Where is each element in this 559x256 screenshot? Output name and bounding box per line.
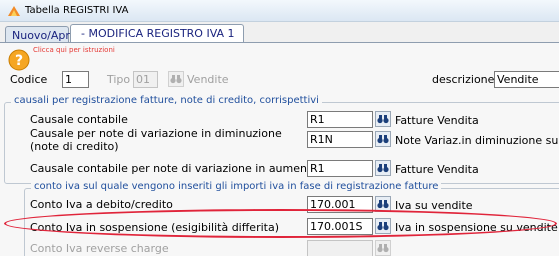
binoculars-icon (170, 75, 182, 84)
conto-iva-sospensione-desc: Iva in sospensione su vendite (395, 221, 558, 234)
descrizione-label: descrizione (432, 73, 495, 86)
binoculars-icon (377, 164, 389, 173)
binoculars-icon (377, 222, 389, 231)
causale-aumento-field[interactable]: R1 (307, 160, 373, 177)
window-title: Tabella REGISTRI IVA (25, 5, 129, 16)
conto-iva-debito-label: Conto Iva a debito/credito (30, 198, 173, 211)
conto-iva-debito-field[interactable]: 170.001 (307, 196, 373, 213)
conto-iva-reverse-lookup-button (375, 240, 391, 256)
app-icon (8, 6, 20, 16)
svg-text:?: ? (15, 53, 23, 69)
conto-iva-reverse-label: Conto Iva reverse charge (30, 242, 169, 255)
help-link[interactable]: Clicca qui per istruzioni (33, 46, 115, 54)
causale-aumento-lookup-button[interactable] (375, 160, 391, 176)
window-titlebar: Tabella REGISTRI IVA (0, 0, 559, 22)
codice-label: Codice (10, 73, 48, 86)
form-panel: ? Clicca qui per istruzioni Codice 1 Tip… (0, 42, 559, 256)
binoculars-icon (377, 244, 389, 253)
conto-iva-debito-desc: Iva su vendite (395, 199, 473, 212)
help-icon[interactable]: ? (8, 49, 30, 71)
conto-iva-sospensione-label: Conto Iva in sospensione (esigibilità di… (30, 221, 279, 234)
causale-aumento-label: Causale contabile per note di variazione… (30, 162, 319, 175)
causale-contabile-lookup-button[interactable] (375, 111, 391, 127)
causale-diminuzione-lookup-button[interactable] (375, 131, 391, 147)
binoculars-icon (377, 200, 389, 209)
binoculars-icon (377, 135, 389, 144)
causale-aumento-desc: Fatture Vendita (395, 163, 479, 176)
causale-contabile-field[interactable]: R1 (307, 111, 373, 128)
causali-group-title: causali per registrazione fatture, note … (11, 95, 322, 106)
conto-iva-reverse-field (307, 240, 373, 256)
conto-iva-sospensione-lookup-button[interactable] (375, 218, 391, 234)
causale-diminuzione-label: Causale per note di variazione in diminu… (30, 127, 282, 153)
tipo-lookup-button (168, 71, 184, 87)
tab-modifica-registro[interactable]: - MODIFICA REGISTRO IVA 1 (70, 24, 244, 43)
binoculars-icon (377, 115, 389, 124)
conto-iva-debito-lookup-button[interactable] (375, 196, 391, 212)
conto-iva-group-title: conto iva sul quale vengono inseriti gli… (31, 181, 442, 192)
conto-iva-sospensione-field[interactable]: 170.001S (307, 218, 373, 235)
tipo-label: Tipo (107, 73, 131, 86)
descrizione-field[interactable]: Vendite (494, 71, 559, 88)
causale-contabile-desc: Fatture Vendita (395, 114, 479, 127)
tab-strip: Nuovo/Apri - MODIFICA REGISTRO IVA 1 (0, 22, 559, 43)
tipo-description: Vendite (187, 73, 229, 86)
causale-diminuzione-desc: Note Variaz.in diminuzione su ve (395, 134, 559, 147)
causale-contabile-label: Causale contabile (30, 113, 128, 126)
causale-diminuzione-field[interactable]: R1N (307, 131, 373, 148)
tipo-field: 01 (133, 71, 158, 88)
codice-field[interactable]: 1 (62, 71, 89, 88)
tab-nuovo-apri[interactable]: Nuovo/Apri (5, 26, 73, 43)
